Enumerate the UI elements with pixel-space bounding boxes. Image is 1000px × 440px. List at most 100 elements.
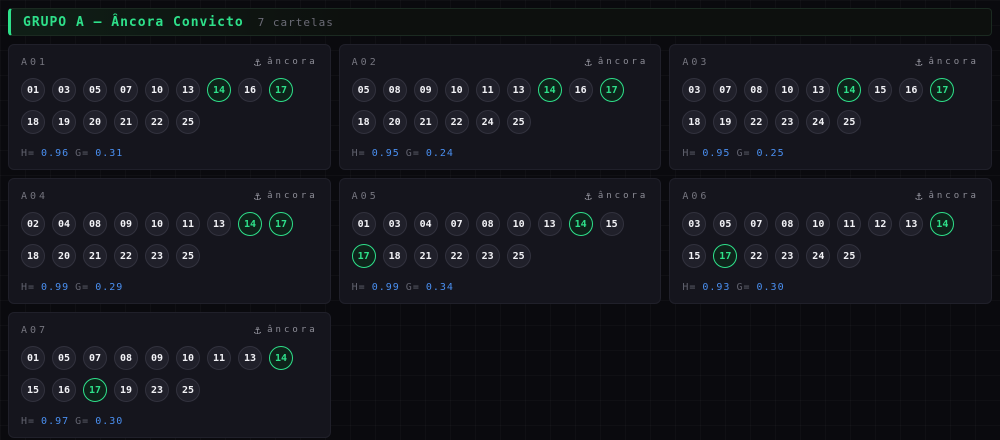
h-stat-value: 0.99 [41,282,69,293]
number-chips: 050809101113141617182021222425 [352,78,649,134]
anchor-badge: ⚓ âncora [915,55,979,69]
number-chip: 02 [21,212,45,236]
number-chip: 03 [383,212,407,236]
number-chip: 11 [837,212,861,236]
number-chip: 15 [600,212,624,236]
card-stats: H= 0.95 G= 0.24 [352,148,649,159]
number-chip: 04 [414,212,438,236]
number-chip: 20 [83,110,107,134]
number-chip: 11 [476,78,500,102]
number-chips: 010507080910111314151617192325 [21,346,318,402]
number-chip: 10 [507,212,531,236]
card-stats: H= 0.99 G= 0.29 [21,282,318,293]
card-id: A02 [352,57,379,68]
h-stat-label: H= [352,282,366,293]
number-chip: 08 [476,212,500,236]
number-chip: 07 [83,346,107,370]
card-id: A03 [682,57,709,68]
number-chip: 22 [114,244,138,268]
number-chip: 15 [21,378,45,402]
number-chips: 020408091011131417182021222325 [21,212,318,268]
number-chip: 18 [682,110,706,134]
h-stat-label: H= [352,148,366,159]
anchor-icon: ⚓ [915,55,922,69]
number-chip: 04 [52,212,76,236]
number-chip: 10 [445,78,469,102]
cartela-card: A07 ⚓ âncora 010507080910111314151617192… [8,312,331,438]
number-chip-anchored: 14 [269,346,293,370]
g-stat-value: 0.29 [95,282,123,293]
number-chip: 01 [21,78,45,102]
number-chip-anchored: 14 [837,78,861,102]
anchor-label: âncora [598,57,649,67]
number-chips: 030507081011121314151722232425 [682,212,979,268]
number-chip: 05 [83,78,107,102]
g-stat-label: G= [75,416,89,427]
card-header: A07 ⚓ âncora [21,323,318,337]
number-chip: 22 [445,110,469,134]
anchor-icon: ⚓ [585,55,592,69]
g-stat-value: 0.30 [95,416,123,427]
anchor-icon: ⚓ [915,189,922,203]
number-chip: 05 [352,78,376,102]
number-chip: 13 [899,212,923,236]
h-stat-value: 0.95 [702,148,730,159]
anchor-label: âncora [928,191,979,201]
h-stat-value: 0.93 [702,282,730,293]
number-chip: 25 [507,244,531,268]
number-chip: 18 [21,244,45,268]
number-chip-anchored: 17 [83,378,107,402]
number-chip: 03 [52,78,76,102]
h-stat-label: H= [21,282,35,293]
card-stats: H= 0.97 G= 0.30 [21,416,318,427]
anchor-badge: ⚓ âncora [254,189,318,203]
number-chip: 08 [383,78,407,102]
number-chip: 18 [383,244,407,268]
number-chip-anchored: 14 [238,212,262,236]
g-stat-label: G= [736,148,750,159]
number-chip: 23 [775,244,799,268]
g-stat-value: 0.25 [757,148,785,159]
number-chip: 13 [238,346,262,370]
number-chip: 07 [713,78,737,102]
h-stat-value: 0.99 [372,282,400,293]
number-chip: 23 [775,110,799,134]
number-chip: 13 [507,78,531,102]
number-chip-anchored: 17 [930,78,954,102]
number-chip: 22 [744,110,768,134]
number-chip: 16 [899,78,923,102]
anchor-icon: ⚓ [254,323,261,337]
number-chip: 13 [538,212,562,236]
number-chip: 22 [145,110,169,134]
anchor-label: âncora [267,325,318,335]
number-chip: 08 [775,212,799,236]
number-chip: 03 [682,78,706,102]
number-chip: 11 [176,212,200,236]
number-chip-anchored: 17 [352,244,376,268]
cartela-card: A01 ⚓ âncora 010305071013141617181920212… [8,44,331,170]
h-stat-label: H= [21,416,35,427]
number-chip: 11 [207,346,231,370]
number-chip: 24 [806,110,830,134]
number-chip: 10 [176,346,200,370]
number-chip: 13 [207,212,231,236]
card-header: A03 ⚓ âncora [682,55,979,69]
g-stat-value: 0.24 [426,148,454,159]
number-chip: 05 [713,212,737,236]
number-chip: 23 [145,244,169,268]
g-stat-label: G= [75,282,89,293]
number-chip: 13 [176,78,200,102]
group-title: GRUPO A — Âncora Convicto [23,15,244,30]
cartela-card: A04 ⚓ âncora 020408091011131417182021222… [8,178,331,304]
anchor-label: âncora [598,191,649,201]
g-stat-value: 0.34 [426,282,454,293]
g-stat-label: G= [736,282,750,293]
number-chip: 07 [114,78,138,102]
card-header: A04 ⚓ âncora [21,189,318,203]
number-chip: 10 [145,212,169,236]
cartela-card: A05 ⚓ âncora 010304070810131415171821222… [339,178,662,304]
number-chip: 21 [114,110,138,134]
number-chip: 25 [837,110,861,134]
g-stat-value: 0.30 [757,282,785,293]
number-chip: 21 [414,110,438,134]
